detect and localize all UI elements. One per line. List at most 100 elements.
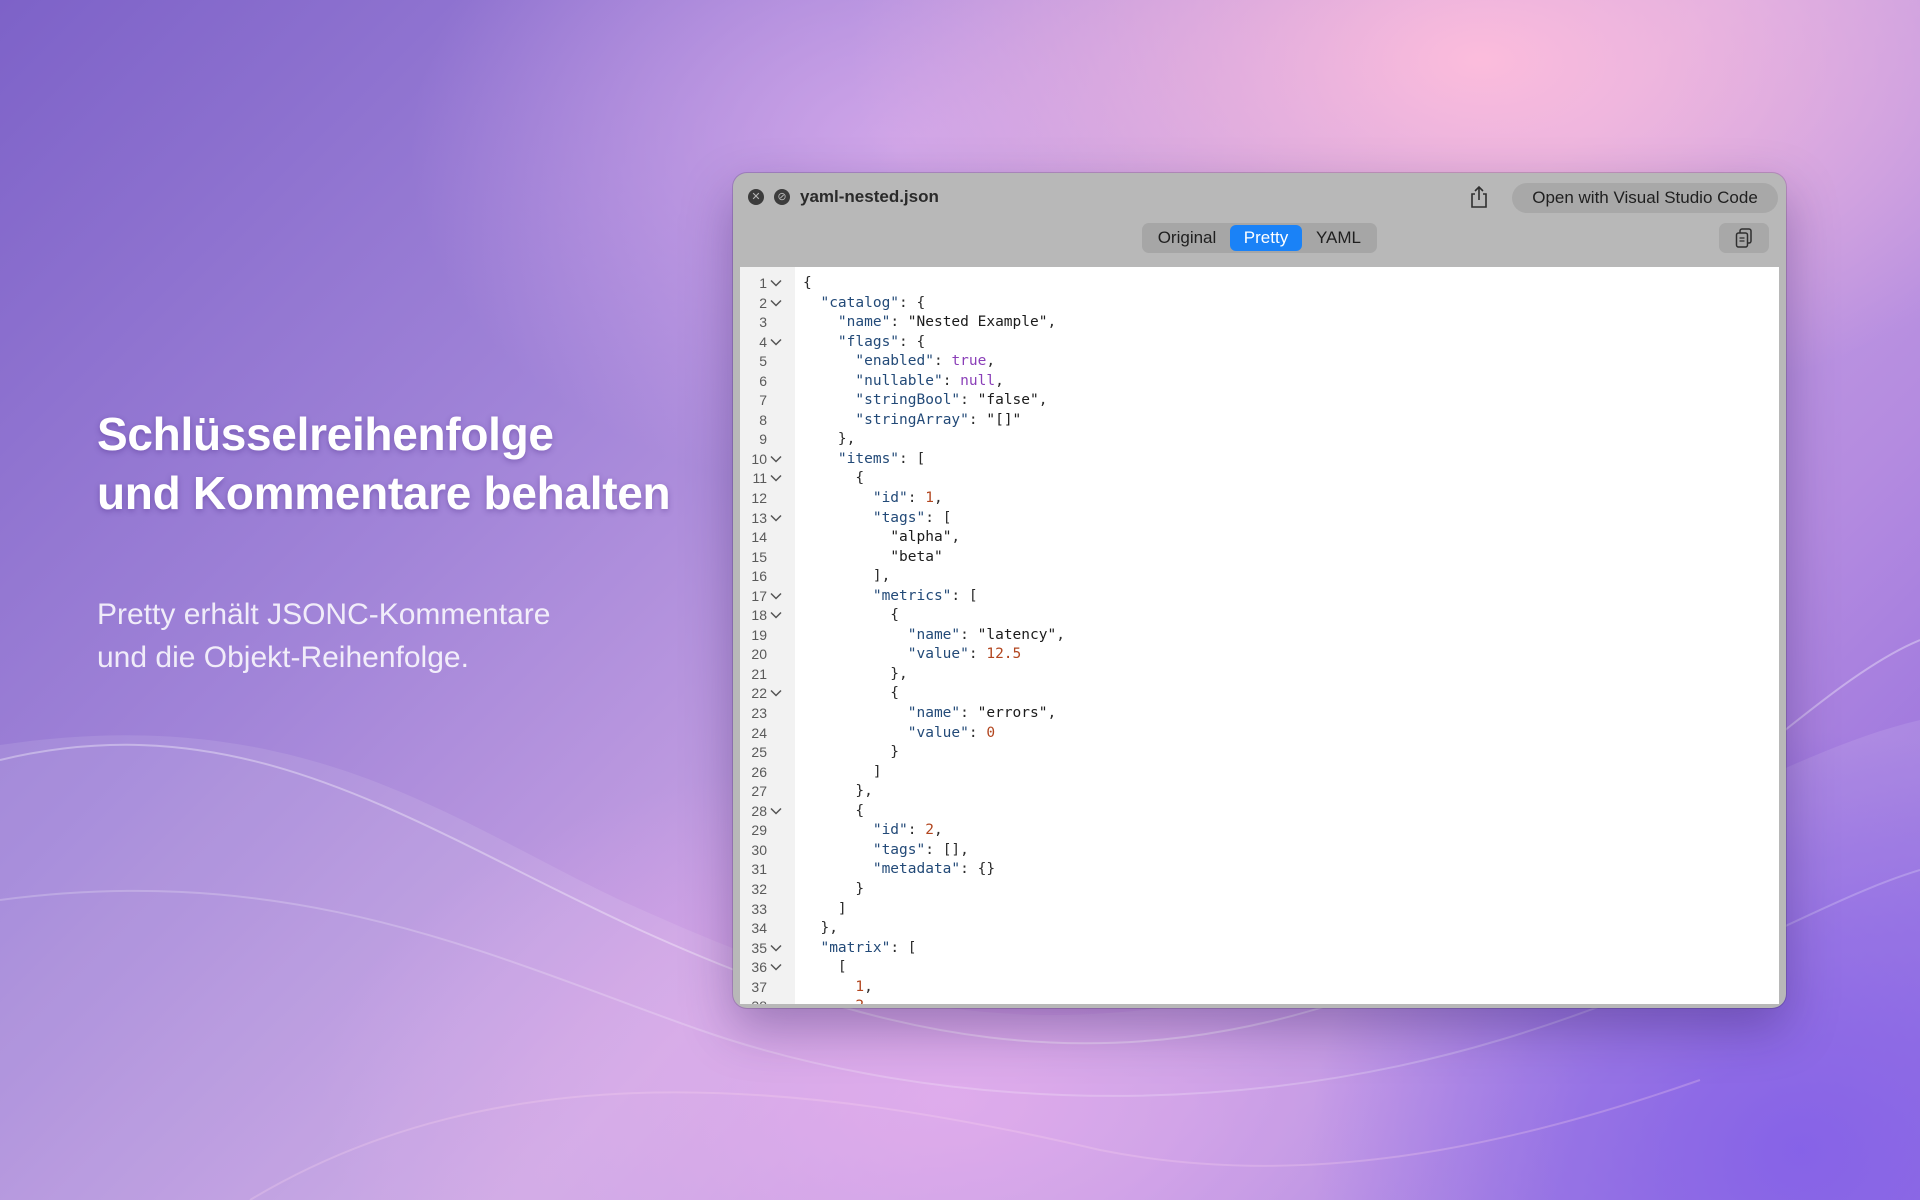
code-token: [ (803, 959, 847, 976)
line-number: 13 (751, 509, 767, 526)
chevron-down-icon[interactable] (770, 807, 782, 815)
code-token: }, (803, 783, 873, 800)
line-number: 9 (759, 431, 767, 448)
chevron-down-icon[interactable] (770, 963, 782, 971)
code-token: 1 (855, 978, 865, 995)
line-number: 10 (751, 450, 767, 467)
code-token: 12.5 (986, 646, 1022, 663)
line-number: 32 (751, 880, 767, 897)
chevron-down-icon[interactable] (770, 474, 782, 483)
code-token: "value" (907, 646, 969, 663)
close-icon[interactable]: ✕ (748, 189, 764, 205)
line-number: 22 (751, 685, 767, 702)
line-number: 21 (751, 665, 767, 682)
code-token: { (803, 470, 865, 487)
chevron-down-icon[interactable] (770, 299, 782, 307)
code-text: ] (803, 763, 882, 783)
line-number: 17 (751, 587, 767, 604)
line-number: 38 (740, 997, 767, 1004)
code-token: 0 (986, 724, 996, 741)
code-token: , (864, 978, 873, 995)
share-icon[interactable] (1468, 185, 1490, 209)
code-token: "value" (907, 724, 969, 741)
line-number: 31 (751, 861, 767, 878)
code-text: } (803, 743, 899, 763)
code-text: "tags": [ (803, 509, 952, 529)
line-number: 3 (759, 314, 767, 331)
code-editor[interactable]: 1{2 "catalog": {3 "name": "Nested Exampl… (740, 267, 1779, 1004)
chevron-down-icon[interactable] (770, 944, 782, 952)
line-number: 34 (751, 920, 767, 937)
line-number: 29 (751, 822, 767, 839)
line-number: 33 (751, 900, 767, 917)
code-token: }, (803, 431, 856, 448)
code-token: ] (803, 763, 882, 780)
code-token: null (960, 372, 996, 389)
code-text: "id": 1, (803, 489, 943, 509)
code-token: : [ (925, 509, 952, 526)
chevron-down-icon[interactable] (770, 592, 782, 600)
code-token: : (968, 411, 987, 428)
code-text: { (803, 469, 864, 489)
code-token: : [ (890, 939, 917, 956)
code-token: "latency" (977, 626, 1057, 643)
open-with-vscode-button[interactable]: Open with Visual Studio Code (1512, 183, 1778, 213)
copy-button[interactable] (1719, 223, 1769, 253)
title-bar: ✕ ⊘ yaml-nested.json Open with Visual St… (733, 173, 1786, 219)
code-text: "value": 12.5 (803, 645, 1022, 665)
code-token: } (803, 880, 865, 897)
line-number: 27 (751, 783, 767, 800)
code-text: "tags": [], (803, 841, 969, 861)
code-text: "matrix": [ (803, 939, 917, 959)
code-text: "alpha", (803, 528, 960, 548)
code-text: "catalog": { (803, 294, 925, 314)
tab-yaml[interactable]: YAML (1302, 225, 1375, 251)
code-token: "nullable" (855, 372, 943, 389)
code-token: : (968, 724, 987, 741)
code-token: , (986, 353, 996, 370)
code-token: "Nested Example" (907, 314, 1048, 331)
code-token: "matrix" (820, 939, 891, 956)
hero: Schlüsselreihenfolge und Kommentare beha… (97, 405, 671, 679)
code-token: "name" (837, 314, 891, 331)
code-token: }, (803, 920, 838, 937)
code-text: "flags": { (803, 333, 925, 353)
chevron-down-icon[interactable] (770, 279, 782, 287)
code-token: ], (803, 568, 891, 585)
code-token: : (960, 705, 978, 722)
chevron-down-icon[interactable] (770, 455, 782, 463)
line-number: 1 (759, 275, 767, 291)
hero-subtitle-line-1: Pretty erhält JSONC-Kommentare (97, 598, 551, 631)
line-number: 11 (752, 470, 767, 487)
tab-original[interactable]: Original (1144, 225, 1230, 251)
line-number: 19 (751, 626, 767, 643)
code-token: { (803, 275, 812, 291)
chevron-down-icon[interactable] (770, 611, 782, 619)
cancel-icon[interactable]: ⊘ (774, 189, 790, 205)
chevron-down-icon[interactable] (770, 514, 782, 522)
chevron-down-icon[interactable] (770, 689, 782, 698)
code-token: }, (803, 665, 908, 682)
code-text: { (803, 684, 899, 704)
code-token: { (803, 802, 865, 819)
code-text: "value": 0 (803, 724, 995, 744)
line-number: 23 (751, 705, 767, 722)
code-text: "metadata": {} (803, 860, 995, 880)
code-token: { (803, 607, 900, 624)
chevron-down-icon[interactable] (770, 338, 782, 346)
tab-pretty[interactable]: Pretty (1230, 225, 1302, 251)
line-number: 26 (751, 763, 767, 780)
code-text: }, (803, 919, 838, 939)
code-token: : [ (899, 450, 926, 467)
code-text: }, (803, 665, 908, 685)
code-text: "metrics": [ (803, 587, 978, 607)
